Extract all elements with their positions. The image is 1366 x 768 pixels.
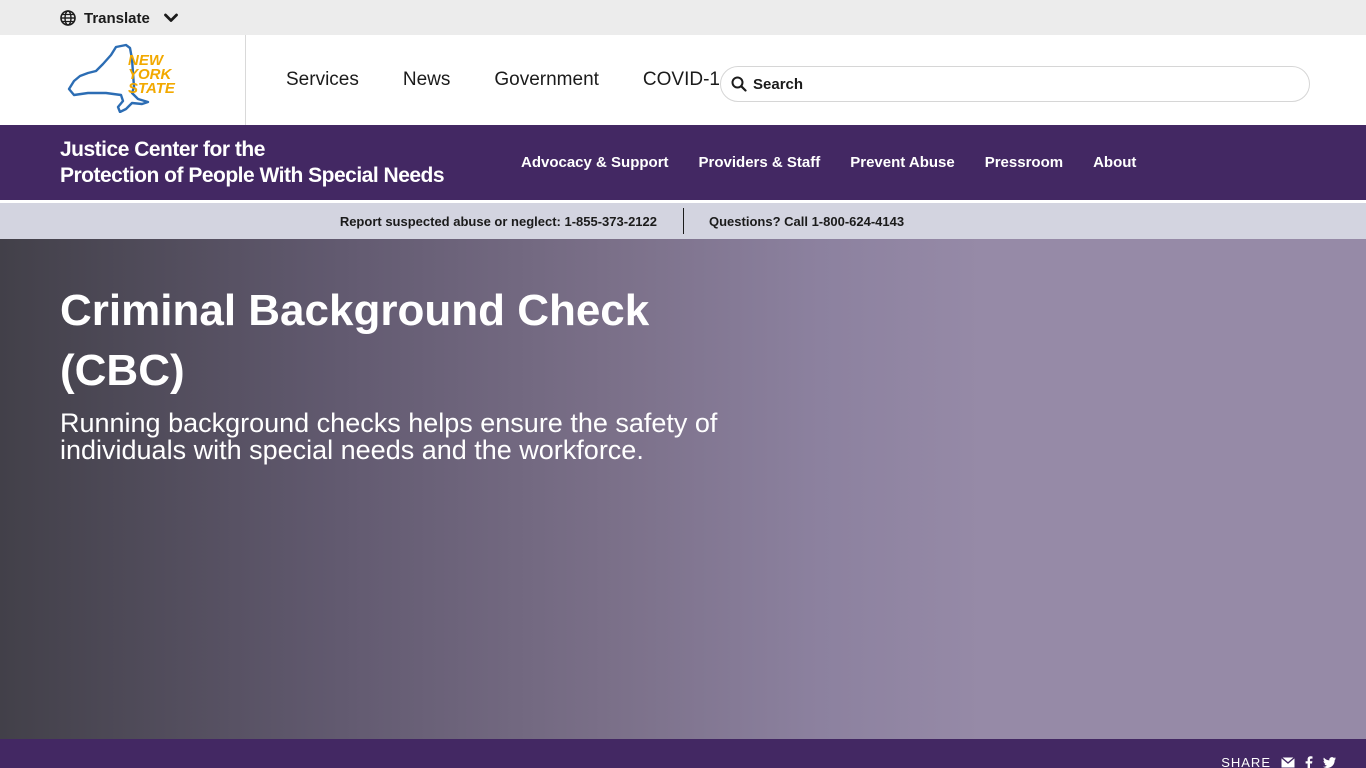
alert-bar: Report suspected abuse or neglect: 1-855… (0, 203, 1366, 239)
search-icon (731, 76, 747, 92)
agency-title[interactable]: Justice Center for the Protection of Peo… (60, 137, 445, 189)
agency-bar: Justice Center for the Protection of Peo… (0, 125, 1366, 200)
twitter-icon[interactable] (1323, 757, 1336, 768)
translate-label: Translate (84, 9, 150, 27)
email-icon[interactable] (1281, 757, 1295, 768)
agency-nav-pressroom[interactable]: Pressroom (985, 154, 1063, 171)
translate-button[interactable]: Translate (60, 8, 178, 28)
nys-logo[interactable]: NEW YORK STATE (66, 43, 180, 113)
translate-bar: Translate (0, 0, 1366, 35)
nav-news[interactable]: News (403, 69, 451, 91)
questions-text[interactable]: Questions? Call 1-800-624-4143 (709, 203, 904, 239)
header-divider (245, 35, 246, 125)
agency-nav-prevent-abuse[interactable]: Prevent Abuse (850, 154, 954, 171)
globe-icon (60, 10, 76, 26)
agency-title-line1: Justice Center for the (60, 138, 265, 161)
hero-banner: Criminal Background Check (CBC) Running … (0, 239, 1366, 739)
search-input[interactable] (753, 75, 1293, 93)
agency-title-line2: Protection of People With Special Needs (60, 164, 445, 187)
page-subtitle: Running background checks helps ensure t… (60, 408, 718, 465)
report-abuse-text[interactable]: Report suspected abuse or neglect: 1-855… (0, 203, 683, 239)
agency-nav-advocacy-support[interactable]: Advocacy & Support (521, 154, 669, 171)
search-box[interactable] (720, 66, 1310, 102)
share-label: SHARE (1221, 755, 1271, 768)
share-group: SHARE (1221, 755, 1336, 768)
nav-services[interactable]: Services (286, 69, 359, 91)
facebook-icon[interactable] (1305, 756, 1313, 768)
alert-separator (683, 208, 684, 234)
logo-text-state: STATE (128, 80, 176, 97)
agency-nav-providers-staff[interactable]: Providers & Staff (699, 154, 821, 171)
main-nav: Services News Government COVID-19 (286, 35, 720, 125)
nav-government[interactable]: Government (494, 69, 599, 91)
page-title: Criminal Background Check (CBC) (60, 286, 650, 395)
site-header: NEW YORK STATE Services News Government … (0, 35, 1366, 125)
chevron-down-icon (163, 13, 178, 22)
nav-covid-19[interactable]: COVID-19 (643, 69, 720, 91)
agency-nav-about[interactable]: About (1093, 154, 1136, 171)
agency-nav: Advocacy & Support Providers & Staff Pre… (521, 125, 1166, 200)
share-bar: SHARE (0, 739, 1366, 768)
